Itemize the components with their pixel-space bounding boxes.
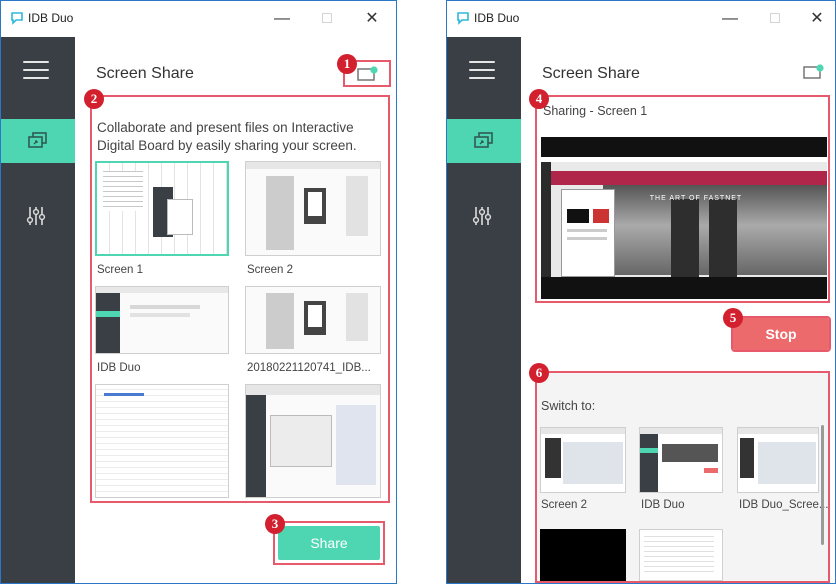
left-window: IDB Duo — □ ✕ Screen Share 1 2 Collabora… [0,0,397,584]
switch-scrollbar[interactable] [821,425,824,545]
page-title: Screen Share [542,65,640,82]
sharing-preview: THE ART OF FASTNET [541,137,827,299]
switch-label: Switch to: [541,399,596,413]
description-line-1: Collaborate and present files on Interac… [97,120,354,135]
switch-thumb-label: Screen 2 [541,499,588,511]
share-button[interactable]: Share [278,526,380,560]
cast-icon[interactable] [357,66,379,82]
switch-thumb-5[interactable] [639,529,723,581]
title-bar: IDB Duo — □ ✕ [1,1,396,37]
screen-thumb-label: Screen 2 [247,264,294,276]
callout-badge-2: 2 [84,89,104,109]
close-button[interactable]: ✕ [362,9,382,29]
callout-badge-6: 6 [529,363,549,383]
switch-thumb-idb-duo[interactable] [639,427,723,493]
page-title: Screen Share [96,65,194,82]
screen-thumb-label: IDB Duo [97,362,141,374]
screen-thumb-label: Screen 1 [97,264,144,276]
screen-thumb-3[interactable] [95,286,229,354]
callout-badge-4: 4 [529,89,549,109]
callout-badge-1: 1 [337,54,357,74]
description: Collaborate and present files on Interac… [97,119,357,155]
callout-badge-5: 5 [723,308,743,328]
switch-thumb-label: IDB Duo_Scree... [739,499,829,511]
screen-thumb-5[interactable] [95,384,229,498]
preview-banner-text: THE ART OF FASTNET [649,195,743,202]
screen-thumb-label: 20180221120741_IDB... [247,362,371,374]
stop-button[interactable]: Stop [731,316,831,352]
screen-thumb-4[interactable] [245,286,381,354]
screen-share-icon [474,132,493,148]
description-line-2: Digital Board by easily sharing your scr… [97,138,357,153]
cast-icon[interactable] [803,64,825,80]
right-window: IDB Duo — □ ✕ Screen Share 4 Sharing - S… [446,0,836,584]
switch-thumb-idb-duo-screen[interactable] [737,427,819,493]
screen-thumb-2[interactable] [245,161,381,256]
minimize-button[interactable]: — [720,9,740,29]
sharing-label: Sharing - Screen 1 [543,104,648,118]
screen-share-icon [28,132,47,148]
screen-thumb-1[interactable] [95,161,229,256]
sidebar [1,37,75,583]
window-title: IDB Duo [474,11,520,25]
maximize-button[interactable]: □ [317,9,337,29]
window-title: IDB Duo [28,11,74,25]
hamburger-icon[interactable] [469,61,495,81]
nav-screen-share[interactable] [1,119,75,163]
switch-thumb-label: IDB Duo [641,499,685,511]
title-bar: IDB Duo — □ ✕ [447,1,835,37]
screen-thumb-6[interactable] [245,384,381,498]
switch-thumb-4[interactable] [540,529,626,581]
minimize-button[interactable]: — [272,9,292,29]
hamburger-icon[interactable] [23,61,49,81]
sliders-icon[interactable] [23,203,49,229]
sidebar [447,37,521,583]
close-button[interactable]: ✕ [807,9,827,29]
sliders-icon[interactable] [469,203,495,229]
switch-thumb-screen-2[interactable] [540,427,626,493]
callout-badge-3: 3 [265,514,285,534]
app-logo-icon [11,12,23,25]
maximize-button[interactable]: □ [765,9,785,29]
switch-panel: Switch to: Screen 2 IDB Duo IDB Duo_Scre… [537,373,828,581]
nav-screen-share[interactable] [447,119,521,163]
app-logo-icon [457,12,469,25]
